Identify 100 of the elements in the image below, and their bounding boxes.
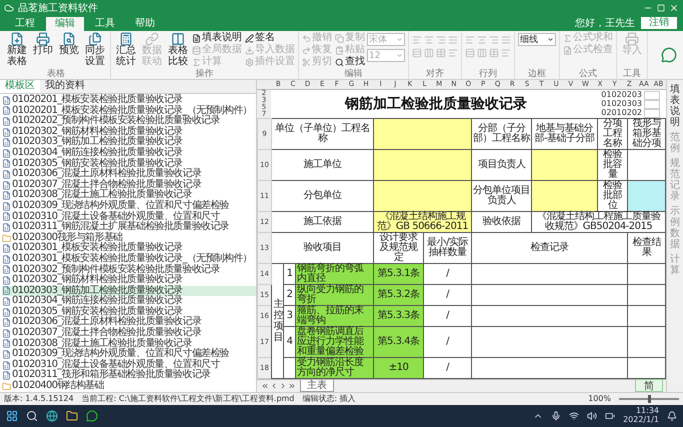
ribbon-button[interactable]: 填表说明 (192, 32, 242, 44)
next-sheet-icon[interactable] (279, 382, 287, 390)
menu-tab[interactable]: 工程 (6, 17, 44, 31)
tree-item[interactable]: 01020202_预制构件模板安装检验批质量验收记录 (2, 116, 256, 127)
input-cell[interactable] (628, 180, 666, 212)
redo-icon (302, 46, 311, 54)
sheet-icon (2, 371, 11, 380)
tree-item[interactable]: 01020309_现浇结构外观质量、位置和尺寸偏差检验 (2, 349, 256, 360)
record-cell[interactable] (472, 264, 628, 284)
result-cell[interactable] (628, 358, 666, 378)
input-cell[interactable] (374, 150, 472, 180)
input-cell[interactable] (532, 150, 598, 180)
tree-item[interactable]: 01020306_混凝土原材料检验批质量验收记录 (2, 169, 256, 180)
ribbon-button[interactable]: 表格比较 (166, 32, 190, 67)
ribbon-button[interactable]: 同步设置 (83, 32, 107, 67)
form-code: 01020303 (601, 100, 642, 108)
tree-item[interactable]: 01020307_混凝土拌合物检验批质量验收记录 (2, 328, 256, 339)
sample-cell[interactable]: / (424, 306, 472, 326)
record-cell[interactable] (472, 326, 628, 358)
group-label: 工具 (622, 69, 642, 79)
volume-icon[interactable] (587, 411, 598, 421)
tree-item[interactable]: 01020309_现浇结构外观质量、位置和尺寸偏差检验 (2, 200, 256, 212)
side-tab[interactable]: 填表说明 (670, 84, 680, 128)
microphone-icon[interactable] (551, 411, 562, 421)
label-cell: 检查记录 (472, 232, 628, 264)
caret-icon (396, 52, 403, 59)
tree-item[interactable]: 01020301_模板安装检验批质量验收记录 (2, 243, 256, 254)
previous-sheet-icon[interactable] (270, 382, 278, 390)
requirement-cell: 第5.3.4条 (374, 326, 424, 358)
ribbon-button[interactable]: 查找 (335, 56, 365, 68)
result-cell[interactable] (628, 326, 666, 358)
tree-item[interactable]: 01020304_钢筋连接检验批质量验收记录 (2, 296, 256, 307)
menu-tab[interactable]: 帮助 (126, 17, 164, 31)
ribbon-button[interactable]: 打印 (31, 32, 55, 56)
maximize-icon[interactable] (657, 4, 665, 12)
sheet-icon (2, 308, 11, 317)
first-sheet-icon[interactable] (261, 382, 269, 390)
tree-item[interactable]: 01020302_钢筋材料检验批质量验收记录 (2, 275, 256, 286)
tree-item[interactable]: 01020400钢结构基础 (2, 381, 256, 392)
input-cell[interactable] (374, 118, 472, 150)
tree-item[interactable]: 01020303_钢筋加工检验批质量验收记录 (2, 137, 256, 148)
record-cell[interactable] (472, 358, 628, 378)
notification-icon[interactable] (667, 411, 677, 421)
result-cell[interactable] (628, 264, 666, 284)
close-icon[interactable] (669, 3, 679, 13)
input-cell[interactable] (628, 150, 666, 180)
battery-icon[interactable] (605, 411, 616, 421)
chat-icon[interactable] (86, 410, 98, 422)
result-cell[interactable] (628, 284, 666, 306)
result-cell[interactable] (628, 306, 666, 326)
sheet-icon (2, 96, 11, 105)
scissors-icon (302, 58, 311, 66)
menu-tab[interactable]: 工具 (86, 17, 124, 31)
menu-tab[interactable]: 编辑 (46, 17, 84, 31)
browser-icon[interactable] (46, 410, 58, 422)
sheet-tab[interactable]: 主表 (300, 380, 334, 392)
zoom-thumb[interactable] (648, 395, 651, 403)
item-cell: 受力钢筋沿长度方向的净尺寸 (296, 358, 374, 378)
sample-cell[interactable]: / (424, 284, 472, 306)
wifi-icon[interactable] (569, 411, 580, 421)
label-cell: 施工依据 (272, 212, 374, 232)
input-cell[interactable]: 《混凝土结构施工规范》GB 50666-2011 (374, 212, 472, 232)
chat-icon[interactable] (661, 47, 677, 63)
sheet-icon (2, 180, 11, 190)
input-cell[interactable] (374, 180, 472, 212)
tree-item[interactable]: 01020311_钢筋混凝土扩展基础检验批质量验收记录 (2, 222, 256, 233)
dropdown-field[interactable]: 细线 (518, 33, 556, 46)
folder-icon (2, 234, 11, 243)
sheet-icon (2, 128, 11, 137)
logout-button[interactable]: 注销 (641, 17, 677, 29)
tree-item[interactable]: 01020301_模板安装检验批质量验收记录_（无预制构件） (2, 254, 256, 264)
ribbon-button[interactable]: 签名 (245, 32, 295, 44)
start-icon[interactable] (6, 410, 18, 422)
ribbon-button[interactable]: 汇总统计 (114, 32, 138, 67)
record-cell[interactable] (472, 284, 628, 306)
ribbon-button[interactable]: 预览 (57, 32, 81, 56)
folder-icon (2, 382, 11, 391)
tree-item[interactable]: 01020304_钢筋连接检验批质量验收记录 (2, 148, 256, 159)
ime-widget[interactable]: 简 (635, 379, 663, 392)
sample-cell[interactable]: / (424, 264, 472, 284)
record-cell[interactable] (472, 306, 628, 326)
ribbon-button[interactable]: 新建表格 (5, 32, 29, 67)
group-cell: 主控项目 (272, 264, 284, 378)
check-field[interactable] (644, 90, 660, 100)
input-cell[interactable] (532, 180, 598, 212)
last-sheet-icon[interactable] (288, 382, 296, 390)
copy-icon (335, 34, 344, 42)
folder-icon[interactable] (66, 410, 78, 422)
search-icon[interactable] (26, 410, 38, 422)
calculator-icon (119, 32, 133, 46)
sample-cell[interactable]: / (424, 326, 472, 358)
sample-cell[interactable]: / (424, 358, 472, 378)
requirement-cell: ±10 (374, 358, 424, 378)
tree-item[interactable]: 01020201_模板安装检验批质量验收记录 (2, 95, 256, 106)
tree-item[interactable]: 01020308_混凝土施工检验批质量验收记录 (2, 190, 256, 201)
panel-tab[interactable]: 模板区 (0, 80, 40, 93)
sheet-icon (2, 116, 11, 126)
database-icon (192, 46, 201, 54)
group-label: 表格 (46, 69, 66, 79)
panel-tab[interactable]: 我的资料 (40, 80, 90, 93)
